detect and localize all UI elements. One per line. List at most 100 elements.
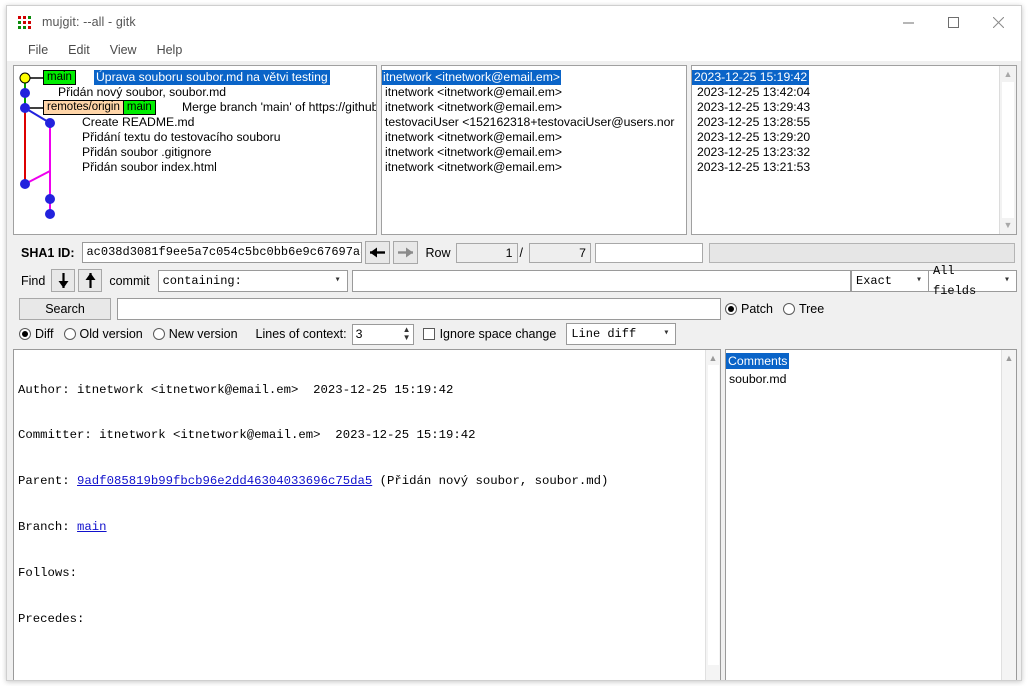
title-bar: mujgit: --all - gitk	[7, 6, 1021, 38]
date-rows: 2023-12-25 15:19:42 2023-12-25 13:42:04 …	[692, 70, 1016, 175]
ref-badge-remotes-origin-main[interactable]: remotes/originmain	[43, 100, 156, 115]
author-row[interactable]: itnetwork <itnetwork@email.em>	[382, 160, 686, 175]
scrollbar-thumb[interactable]	[1002, 82, 1014, 218]
author-row[interactable]: testovaciUser <152162318+testovaciUser@u…	[382, 115, 686, 130]
row-total-value: 7	[529, 243, 591, 263]
sha-id-input[interactable]: ac038d3081f9ee5a7c054c5bc0bb6e9c67697a8f	[82, 242, 362, 263]
menu-item-file[interactable]: File	[19, 41, 57, 59]
radio-patch[interactable]: Patch	[725, 302, 773, 316]
radio-indicator	[64, 328, 76, 340]
chevron-down-icon[interactable]: ▼	[403, 334, 411, 342]
arrow-up-icon[interactable]	[78, 269, 102, 292]
gitk-window: mujgit: --all - gitk File Edit View Help	[6, 5, 1022, 681]
chevron-up-icon[interactable]: ▲	[1002, 350, 1016, 366]
diff-line-text: Author: itnetwork <itnetwork@email.em> 2…	[18, 383, 453, 397]
row-current-input[interactable]: 1	[456, 243, 518, 263]
status-area	[709, 243, 1015, 263]
diff-style-value: Line diff	[571, 324, 657, 344]
branch-link[interactable]: main	[77, 520, 107, 534]
author-row[interactable]: itnetwork <itnetwork@email.em>	[382, 85, 686, 100]
commit-row[interactable]: Create README.md	[14, 115, 376, 130]
date-row[interactable]: 2023-12-25 13:21:53	[692, 160, 1016, 175]
ref-badge-main[interactable]: main	[43, 70, 76, 85]
arrow-down-icon[interactable]	[51, 269, 75, 292]
commit-row[interactable]: remotes/originmain Merge branch 'main' o…	[14, 100, 376, 115]
list-item[interactable]: soubor.md	[726, 370, 1016, 388]
lines-of-context-stepper[interactable]: 3 ▲ ▼	[352, 324, 414, 345]
list-item[interactable]: Comments	[726, 352, 1016, 370]
maximize-icon[interactable]	[931, 6, 976, 38]
find-match-mode-select[interactable]: Exact ▾	[851, 270, 929, 292]
date-row[interactable]: 2023-12-25 13:42:04	[692, 85, 1016, 100]
file-list-pane[interactable]: Comments soubor.md ▲ ▼	[725, 349, 1017, 681]
date-row[interactable]: 2023-12-25 13:28:55	[692, 115, 1016, 130]
commit-date-pane[interactable]: 2023-12-25 15:19:42 2023-12-25 13:42:04 …	[691, 65, 1017, 235]
author-row[interactable]: itnetwork <itnetwork@email.em>	[382, 100, 686, 115]
commit-row[interactable]: Přidán soubor index.html	[14, 160, 376, 175]
menu-item-help[interactable]: Help	[148, 41, 192, 59]
chevron-down-icon[interactable]: ▼	[706, 678, 720, 681]
commit-row[interactable]: Přidán nový soubor, soubor.md	[14, 85, 376, 100]
date-row[interactable]: 2023-12-25 13:29:43	[692, 100, 1016, 115]
ref-badge-branch-part: main	[123, 101, 155, 114]
find-row: Find commit containing: ▾ Exact ▾ All fi…	[13, 268, 1017, 293]
checkbox-indicator	[423, 328, 435, 340]
diff-line: Branch: main	[14, 520, 706, 535]
author-row[interactable]: itnetwork <itnetwork@email.em>	[382, 130, 686, 145]
author-row[interactable]: itnetwork <itnetwork@email.em>	[382, 70, 686, 85]
chevron-up-icon[interactable]: ▲	[706, 350, 720, 366]
row-extra-input[interactable]	[595, 243, 703, 263]
date-row[interactable]: 2023-12-25 15:19:42	[692, 70, 1016, 85]
gitk-dots-icon	[18, 14, 34, 30]
file-list-vertical-scrollbar[interactable]: ▲ ▼	[1001, 350, 1016, 681]
commit-list-vertical-scrollbar[interactable]: ▲ ▼	[999, 66, 1016, 234]
search-button[interactable]: Search	[19, 298, 111, 320]
commit-subject: Přidán nový soubor, soubor.md	[58, 85, 226, 100]
commit-subject: Přidání textu do testovacího souboru	[82, 130, 281, 145]
arrow-right-icon[interactable]	[393, 241, 418, 264]
commit-row[interactable]: Přidání textu do testovacího souboru	[14, 130, 376, 145]
find-label: Find	[21, 274, 45, 288]
date-row[interactable]: 2023-12-25 13:29:20	[692, 130, 1016, 145]
chevron-down-icon[interactable]: ▼	[1004, 217, 1013, 234]
commit-row[interactable]: Přidán soubor .gitignore	[14, 145, 376, 160]
chevron-down-icon[interactable]: ▼	[1002, 678, 1016, 681]
commit-graph-pane[interactable]: main Úprava souboru soubor.md na větvi t…	[13, 65, 377, 235]
author-row[interactable]: itnetwork <itnetwork@email.em>	[382, 145, 686, 160]
commit-author-pane[interactable]: itnetwork <itnetwork@email.em> itnetwork…	[381, 65, 687, 235]
radio-old-version[interactable]: Old version	[64, 327, 143, 341]
minimize-icon[interactable]	[886, 6, 931, 38]
diff-style-select[interactable]: Line diff ▾	[566, 323, 676, 345]
radio-diff[interactable]: Diff	[19, 327, 54, 341]
scrollbar-thumb[interactable]	[708, 365, 719, 665]
author-value: itnetwork <itnetwork@email.em>	[382, 130, 562, 144]
chevron-up-icon[interactable]: ▲	[1004, 66, 1013, 83]
menu-item-edit[interactable]: Edit	[59, 41, 99, 59]
ignore-space-change-checkbox[interactable]: Ignore space change	[423, 327, 557, 341]
commit-row[interactable]: main Úprava souboru soubor.md na větvi t…	[14, 70, 376, 85]
arrow-left-icon[interactable]	[365, 241, 390, 264]
diff-line: Author: itnetwork <itnetwork@email.em> 2…	[14, 383, 706, 398]
radio-indicator	[153, 328, 165, 340]
stepper-buttons[interactable]: ▲ ▼	[403, 326, 411, 342]
chevron-down-icon: ▾	[335, 271, 341, 291]
menu-bar: File Edit View Help	[7, 38, 1021, 61]
date-row[interactable]: 2023-12-25 13:23:32	[692, 145, 1016, 160]
diff-vertical-scrollbar[interactable]: ▲ ▼	[705, 350, 720, 681]
sha-id-row: SHA1 ID: ac038d3081f9ee5a7c054c5bc0bb6e9…	[13, 240, 1017, 265]
author-value: itnetwork <itnetwork@email.em>	[382, 100, 562, 114]
diff-text-pane[interactable]: Author: itnetwork <itnetwork@email.em> 2…	[13, 349, 721, 681]
find-mode-select[interactable]: containing: ▾	[158, 270, 348, 292]
radio-new-version-label: New version	[169, 327, 238, 341]
radio-new-version[interactable]: New version	[153, 327, 238, 341]
date-value: 2023-12-25 13:29:20	[692, 130, 810, 144]
diff-line-text: Parent:	[18, 474, 77, 488]
find-field-scope-select[interactable]: All fields ▾	[929, 270, 1017, 292]
search-input[interactable]	[117, 298, 721, 320]
menu-item-view[interactable]: View	[101, 41, 146, 59]
lines-of-context-label: Lines of context:	[256, 327, 347, 341]
close-icon[interactable]	[976, 6, 1021, 38]
parent-sha-link[interactable]: 9adf085819b99fbcb96e2dd46304033696c75da5	[77, 474, 372, 488]
find-query-input[interactable]	[352, 270, 851, 292]
radio-tree[interactable]: Tree	[783, 302, 824, 316]
